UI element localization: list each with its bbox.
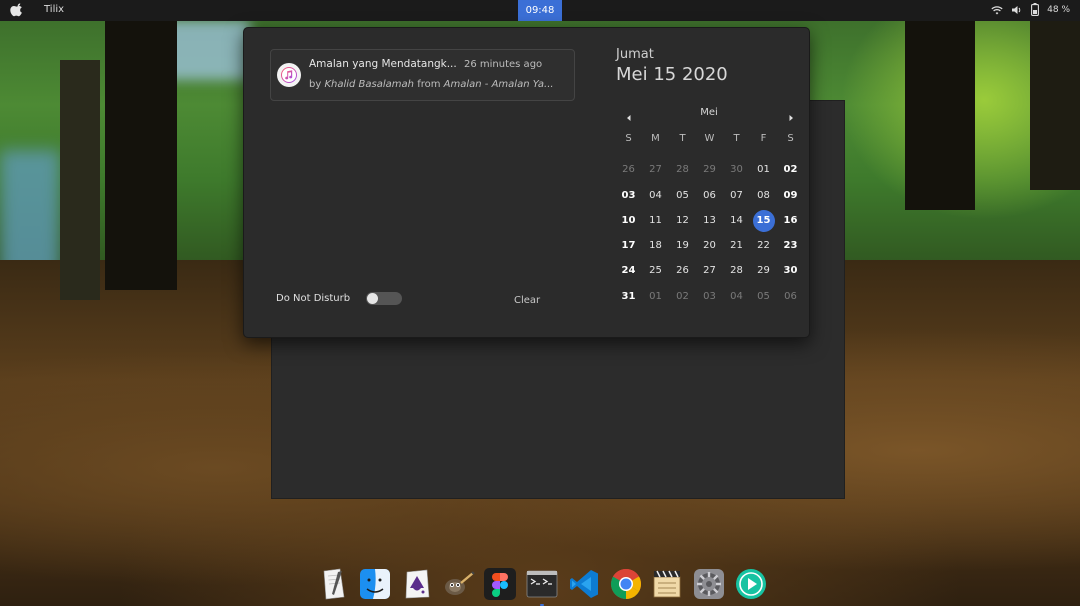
calendar-day[interactable]: 20	[696, 233, 723, 258]
battery-percentage: 48 %	[1047, 4, 1070, 15]
weekday-header: W	[704, 133, 715, 144]
calendar-day[interactable]: 03	[696, 284, 723, 309]
calendar-day[interactable]: 27	[642, 157, 669, 182]
calendar-day[interactable]: 11	[642, 208, 669, 233]
calendar-day[interactable]: 27	[696, 258, 723, 283]
clapper-icon[interactable]	[650, 567, 684, 601]
calendar-day-today[interactable]: 15	[750, 208, 777, 233]
weekday-header: S	[625, 133, 632, 144]
top-panel: Tilix 09:48 48 %	[0, 0, 1080, 21]
calendar-day[interactable]: 05	[750, 284, 777, 309]
calendar-day[interactable]: 17	[615, 233, 642, 258]
calendar-day[interactable]: 29	[750, 258, 777, 283]
calendar-day[interactable]: 07	[723, 183, 750, 208]
calendar-day[interactable]: 14	[723, 208, 750, 233]
notification-artist: Khalid Basalamah	[324, 79, 414, 90]
calendar-day[interactable]: 29	[696, 157, 723, 182]
wifi-icon[interactable]	[991, 5, 1003, 15]
notification-card[interactable]: Amalan yang Mendatangk... 26 minutes ago…	[270, 49, 575, 101]
weekday-header: M	[651, 133, 660, 144]
application-dock	[316, 562, 768, 606]
calendar-week-row: 17 18 19 20 21 22 23	[615, 233, 804, 258]
calendar-day[interactable]: 10	[615, 208, 642, 233]
next-month-icon[interactable]	[786, 108, 796, 121]
calendar-day[interactable]: 01	[642, 284, 669, 309]
notification-title: Amalan yang Mendatangk...	[309, 58, 457, 70]
settings-icon[interactable]	[692, 567, 726, 601]
calendar-grid: S M T W T F S 26 27 28 29 30 01 02 03 04…	[615, 132, 804, 309]
calendar-full-date[interactable]: Mei 15 2020	[616, 64, 728, 85]
calendar-week-row: 26 27 28 29 30 01 02	[615, 157, 804, 182]
calendar-day[interactable]: 06	[777, 284, 804, 309]
calendar-day[interactable]: 18	[642, 233, 669, 258]
do-not-disturb-toggle[interactable]	[366, 292, 402, 305]
vscode-icon[interactable]	[567, 567, 601, 601]
calendar-day[interactable]: 25	[642, 258, 669, 283]
calendar-day[interactable]: 21	[723, 233, 750, 258]
calendar-day[interactable]: 13	[696, 208, 723, 233]
calendar-day[interactable]: 04	[642, 183, 669, 208]
calendar-day[interactable]: 19	[669, 233, 696, 258]
calendar-month-label: Mei	[700, 107, 718, 118]
weekday-header: F	[760, 133, 767, 144]
today-marker: 15	[752, 209, 775, 232]
notification-body: by Khalid Basalamah from Amalan - Amalan…	[309, 79, 554, 90]
calendar-day[interactable]: 05	[669, 183, 696, 208]
text-editor-icon[interactable]	[316, 567, 350, 601]
calendar-week-row: 24 25 26 27 28 29 30	[615, 258, 804, 283]
notification-calendar-popover: Amalan yang Mendatangk... 26 minutes ago…	[243, 27, 810, 338]
itunes-music-icon	[277, 63, 301, 87]
weekday-header: S	[787, 133, 794, 144]
calendar-weekday: Jumat	[616, 47, 654, 62]
figma-icon[interactable]	[483, 567, 517, 601]
battery-icon[interactable]	[1031, 3, 1040, 16]
calendar-day[interactable]: 26	[615, 157, 642, 182]
calendar-day[interactable]: 23	[777, 233, 804, 258]
weekday-header: T	[679, 133, 686, 144]
calendar-week-row: 10 11 12 13 14 15 16	[615, 208, 804, 233]
system-tray[interactable]: 48 %	[991, 3, 1070, 16]
calendar-day[interactable]: 30	[777, 258, 804, 283]
calendar-day[interactable]: 03	[615, 183, 642, 208]
calendar-day[interactable]: 08	[750, 183, 777, 208]
inkscape-icon[interactable]	[400, 567, 434, 601]
active-app-menu[interactable]: Tilix	[44, 4, 64, 15]
calendar-day[interactable]: 24	[615, 258, 642, 283]
previous-month-icon[interactable]	[624, 108, 634, 121]
notification-time: 26 minutes ago	[464, 59, 543, 70]
do-not-disturb-label: Do Not Disturb	[276, 293, 351, 304]
apple-logo-icon[interactable]	[10, 3, 24, 17]
gimp-icon[interactable]	[441, 567, 476, 601]
chrome-icon[interactable]	[609, 567, 643, 601]
calendar-day[interactable]: 26	[669, 258, 696, 283]
terminal-icon[interactable]	[525, 567, 559, 606]
calendar-day[interactable]: 06	[696, 183, 723, 208]
calendar-day[interactable]: 12	[669, 208, 696, 233]
notification-album: Amalan - Amalan Ya...	[443, 79, 554, 90]
calendar-week-row: 31 01 02 03 04 05 06	[615, 284, 804, 309]
calendar-day[interactable]: 28	[669, 157, 696, 182]
calendar-day[interactable]: 28	[723, 258, 750, 283]
calendar-day[interactable]: 09	[777, 183, 804, 208]
calendar-day[interactable]: 02	[669, 284, 696, 309]
calendar-week-row: 03 04 05 06 07 08 09	[615, 183, 804, 208]
finder-icon[interactable]	[358, 567, 392, 601]
calendar-day[interactable]: 02	[777, 157, 804, 182]
calendar-weekday-header-row: S M T W T F S	[615, 132, 804, 157]
clear-notifications-button[interactable]: Clear	[514, 295, 540, 306]
calendar-day[interactable]: 16	[777, 208, 804, 233]
calendar-day[interactable]: 31	[615, 284, 642, 309]
calendar-day[interactable]: 04	[723, 284, 750, 309]
weekday-header: T	[733, 133, 740, 144]
clock-button[interactable]: 09:48	[518, 0, 562, 21]
calendar-day[interactable]: 01	[750, 157, 777, 182]
toggle-knob	[367, 293, 378, 304]
volume-icon[interactable]	[1011, 5, 1023, 15]
media-player-icon[interactable]	[734, 567, 768, 601]
calendar-day[interactable]: 22	[750, 233, 777, 258]
calendar-day[interactable]: 30	[723, 157, 750, 182]
